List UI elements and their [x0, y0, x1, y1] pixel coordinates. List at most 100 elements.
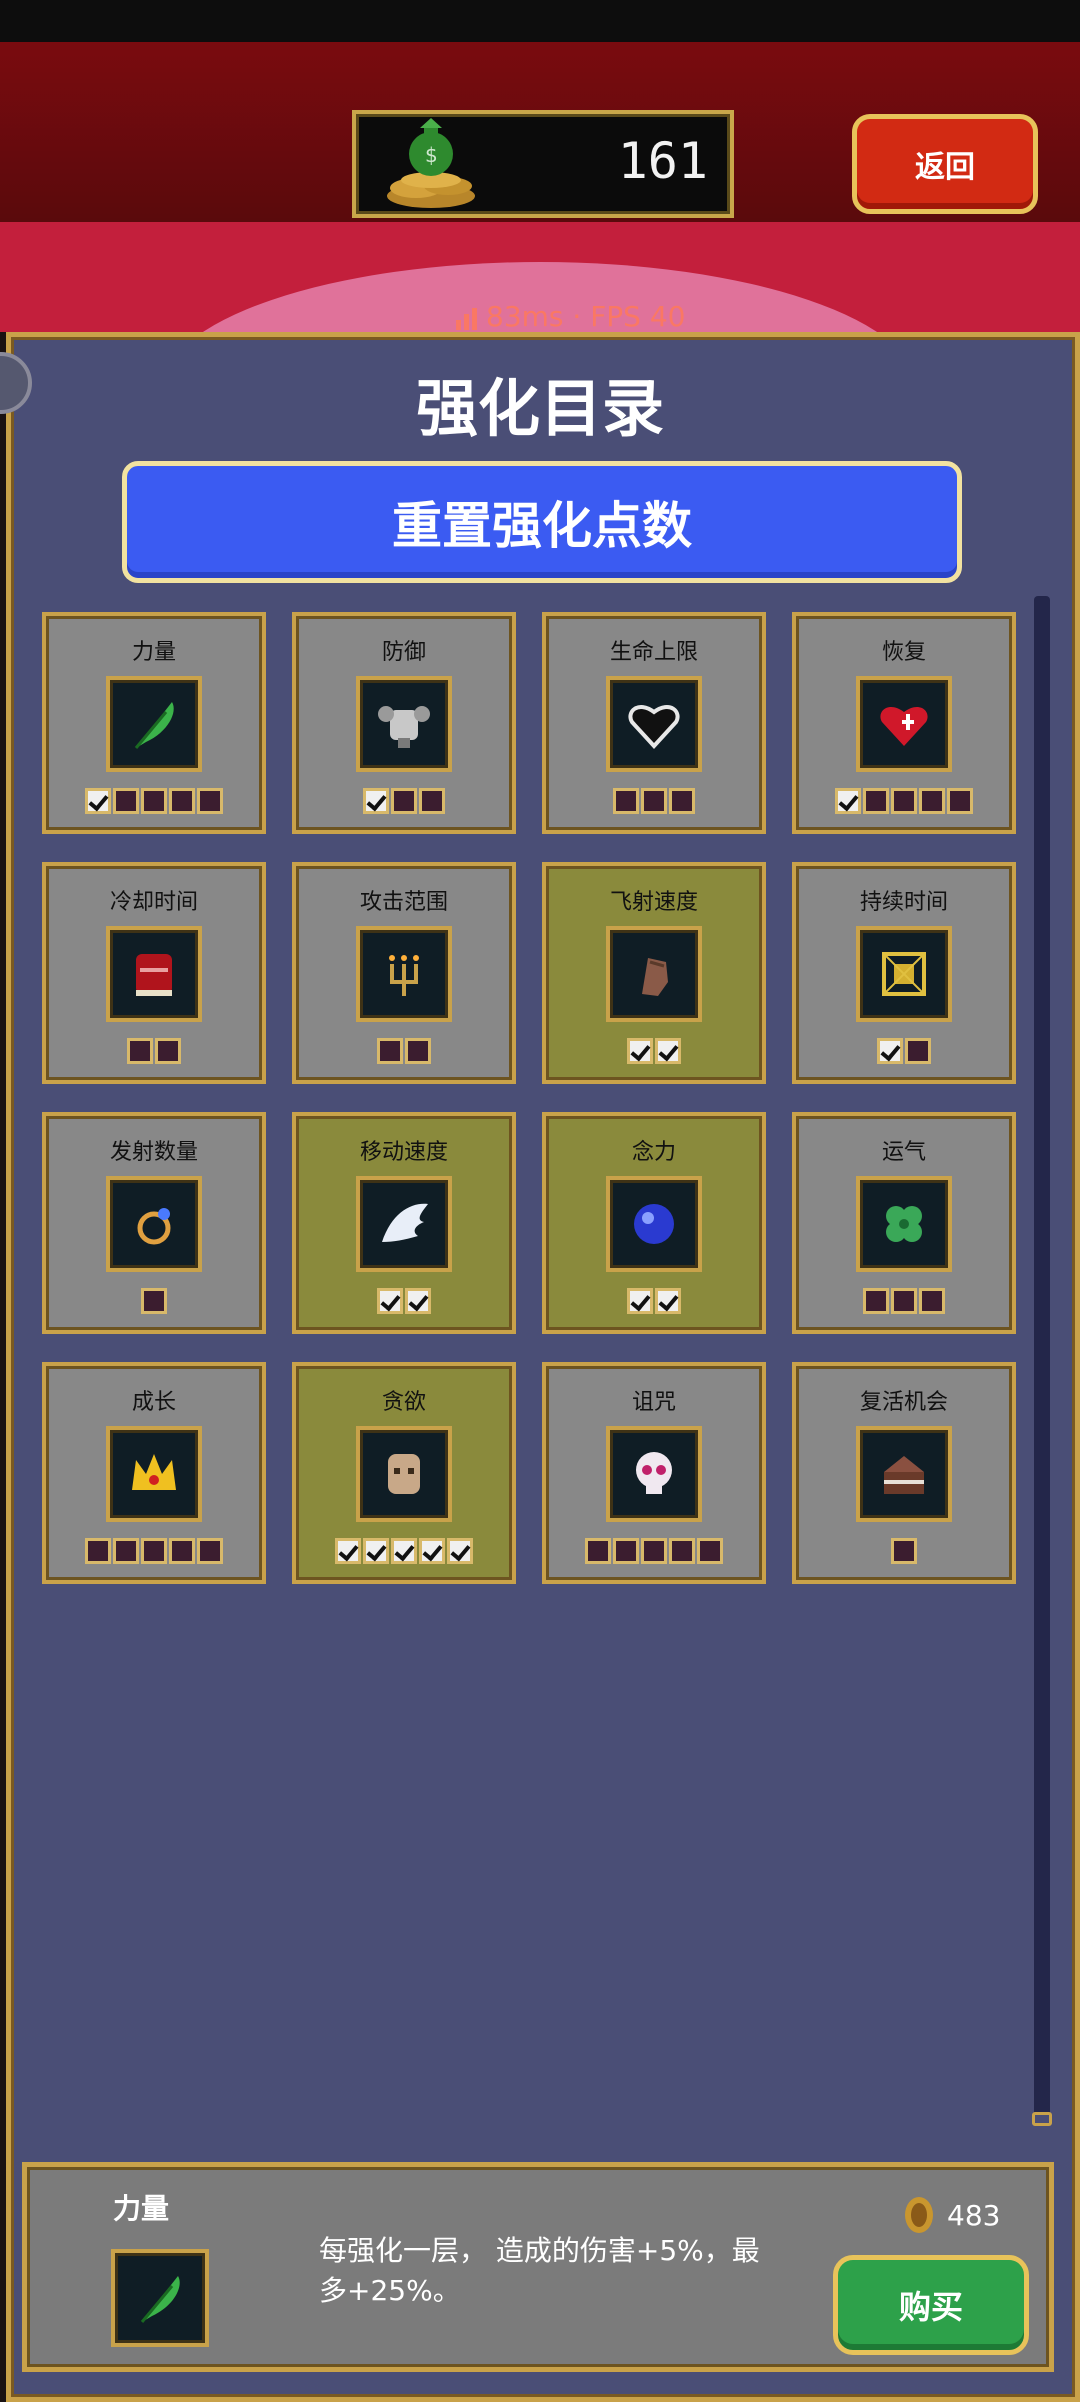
level-box-empty [669, 788, 695, 814]
upgrade-icon-frame [856, 1176, 952, 1272]
money-bag-icon: $ [387, 118, 475, 208]
level-box-checked [419, 1538, 445, 1564]
upgrade-card[interactable]: 攻击范围 [292, 862, 516, 1084]
back-button[interactable]: 返回 [852, 114, 1038, 214]
upgrade-card[interactable]: 防御 [292, 612, 516, 834]
level-box-checked [447, 1538, 473, 1564]
detail-description: 每强化一层， 造成的伤害+5%，最多+25%。 [319, 2234, 760, 2307]
scroll-thumb[interactable] [1032, 2112, 1052, 2126]
upgrade-card[interactable]: 贪欲 [292, 1362, 516, 1584]
upgrade-icon-frame [856, 1426, 952, 1522]
upgrade-card[interactable]: 飞射速度 [542, 862, 766, 1084]
upgrade-icon-frame [356, 1426, 452, 1522]
level-box-empty [113, 1538, 139, 1564]
level-box-empty [863, 788, 889, 814]
upgrade-card[interactable]: 移动速度 [292, 1112, 516, 1334]
upgrade-name: 运气 [881, 1140, 926, 1165]
status-bar [0, 0, 1080, 42]
level-box-checked [835, 788, 861, 814]
upgrade-name: 力量 [131, 640, 176, 665]
level-indicators [296, 788, 512, 814]
scrollbar[interactable] [1034, 596, 1050, 2126]
level-box-checked [363, 788, 389, 814]
level-box-empty [85, 1538, 111, 1564]
heart-outline-icon [628, 705, 680, 749]
level-indicators [796, 788, 1012, 814]
upgrade-card[interactable]: 冷却时间 [42, 862, 266, 1084]
upgrade-card[interactable]: 持续时间 [792, 862, 1016, 1084]
crown-icon [132, 1454, 176, 1490]
level-box-checked [85, 788, 111, 814]
level-box-checked [877, 1038, 903, 1064]
level-box-empty [155, 1038, 181, 1064]
level-box-empty [919, 1288, 945, 1314]
level-box-checked [363, 1538, 389, 1564]
level-box-empty [127, 1038, 153, 1064]
upgrade-card[interactable]: 诅咒 [542, 1362, 766, 1584]
upgrade-name: 持续时间 [859, 890, 948, 915]
level-indicators [46, 1538, 262, 1564]
gauntlet-icon [642, 958, 668, 996]
upgrade-name: 贪欲 [381, 1390, 426, 1415]
level-indicators [46, 788, 262, 814]
level-indicators [796, 1288, 1012, 1314]
level-box-empty [891, 1538, 917, 1564]
level-indicators [546, 1288, 762, 1314]
level-indicators [546, 1038, 762, 1064]
level-box-empty [169, 788, 195, 814]
level-box-empty [891, 788, 917, 814]
level-box-empty [585, 1538, 611, 1564]
level-box-empty [697, 1538, 723, 1564]
upgrade-name: 发射数量 [109, 1140, 198, 1165]
upgrade-name: 攻击范围 [359, 890, 448, 915]
upgrade-card[interactable]: 恢复 [792, 612, 1016, 834]
upgrade-card[interactable]: 发射数量 [42, 1112, 266, 1334]
level-box-empty [419, 788, 445, 814]
upgrade-card[interactable]: 成长 [42, 1362, 266, 1584]
spellbinder-icon [882, 952, 926, 996]
coin-counter: $ 161 [352, 110, 734, 218]
level-box-empty [113, 788, 139, 814]
level-box-checked [655, 1288, 681, 1314]
upgrade-card[interactable]: 生命上限 [542, 612, 766, 834]
upgrade-icon-frame [606, 1426, 702, 1522]
level-indicators [46, 1038, 262, 1064]
upgrade-card[interactable]: 复活机会 [792, 1362, 1016, 1584]
upgrade-icon-frame [856, 676, 952, 772]
level-box-empty [197, 788, 223, 814]
upgrade-icon-frame [356, 1176, 452, 1272]
upgrade-card[interactable]: 力量 [42, 612, 266, 834]
detail-price: 483 [947, 2199, 1001, 2232]
level-indicators [296, 1288, 512, 1314]
upgrade-name: 念力 [631, 1140, 676, 1165]
level-box-checked [627, 1288, 653, 1314]
buy-button[interactable]: 购买 [833, 2255, 1029, 2355]
upgrade-name: 飞射速度 [609, 890, 698, 915]
level-box-empty [641, 788, 667, 814]
upgrade-name: 生命上限 [609, 640, 698, 665]
ring-icon [137, 1208, 171, 1245]
upgrade-icon-frame [856, 926, 952, 1022]
upgrade-card[interactable]: 念力 [542, 1112, 766, 1334]
upgrade-name: 移动速度 [359, 1140, 448, 1165]
level-indicators [546, 788, 762, 814]
upgrade-icon-frame [606, 1176, 702, 1272]
level-box-checked [405, 1288, 431, 1314]
reset-points-button[interactable]: 重置强化点数 [122, 461, 962, 583]
upgrade-card[interactable]: 运气 [792, 1112, 1016, 1334]
upgrade-icon-frame [106, 1426, 202, 1522]
wing-icon [382, 1203, 428, 1242]
orb-icon [634, 1204, 674, 1244]
detail-icon-frame [111, 2249, 209, 2347]
detail-panel: 力量 每强化一层， 造成的伤害+5%，最多+25%。 483 购买 [22, 2162, 1054, 2372]
level-box-checked [627, 1038, 653, 1064]
level-box-checked [377, 1288, 403, 1314]
level-box-checked [655, 1038, 681, 1064]
fps-text: 83ms · FPS 40 [486, 300, 686, 333]
level-box-checked [335, 1538, 361, 1564]
upgrade-icon-frame [606, 676, 702, 772]
level-box-empty [141, 1288, 167, 1314]
level-box-empty [169, 1538, 195, 1564]
level-box-checked [391, 1538, 417, 1564]
level-box-empty [613, 788, 639, 814]
